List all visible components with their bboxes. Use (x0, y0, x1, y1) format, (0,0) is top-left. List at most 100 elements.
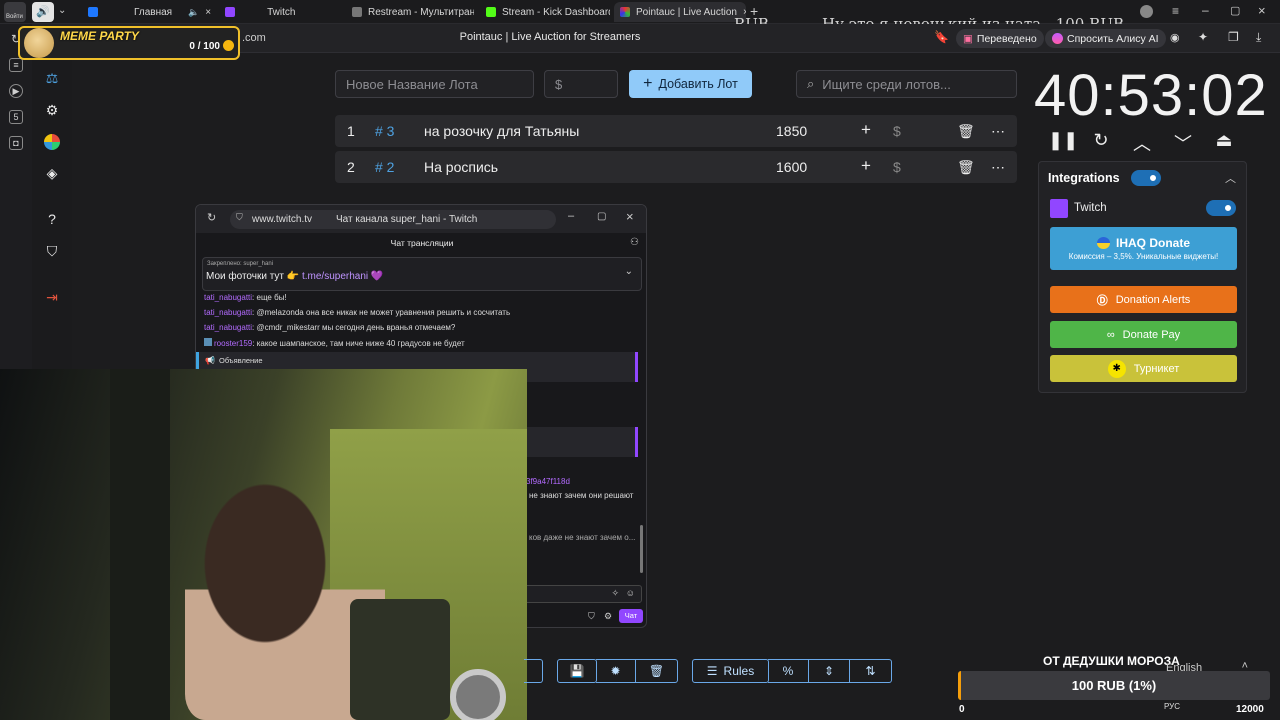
lot-name-input[interactable]: Новое Название Лота (335, 70, 534, 98)
pinned-message[interactable]: Закреплено: super_hani Мои фоточки тут 👉… (202, 257, 642, 291)
integrations-toggle[interactable] (1131, 170, 1161, 186)
layers-icon[interactable]: ◈ (42, 163, 62, 183)
profile-button[interactable]: Войти (4, 2, 26, 22)
emote-icon[interactable]: ☺ (626, 588, 635, 598)
tab-label: Restream - Мультитрансл (368, 6, 474, 18)
lot-name[interactable]: На роспись (424, 159, 498, 175)
sort-icon[interactable]: ⇅ (850, 659, 892, 683)
gavel-icon[interactable]: ⚖ (42, 68, 62, 88)
close-icon[interactable]: × (205, 7, 211, 18)
maximize-icon[interactable]: ▢ (1230, 4, 1240, 17)
lot-name[interactable]: на розочку для Татьяны (424, 123, 579, 139)
download-icon[interactable]: ⤓ (1256, 30, 1261, 45)
bits-icon[interactable]: ✧ (611, 588, 619, 599)
minimize-icon[interactable]: – (568, 210, 574, 222)
close-icon[interactable]: × (626, 209, 634, 224)
lot-amount[interactable]: 1600 (776, 159, 807, 175)
help-icon[interactable]: ? (42, 209, 62, 229)
donation-alerts-icon: Ⓓ (1096, 294, 1108, 307)
media-icon[interactable]: ▶ (9, 84, 23, 98)
ask-alice-button[interactable]: Спросить Алису AI (1045, 29, 1166, 48)
add-lot-button[interactable]: + Добавить Лот (629, 70, 752, 98)
auction-timer: 40:53:02 (1034, 63, 1268, 128)
bookmark-icon[interactable]: 🔖 (934, 30, 949, 44)
tab-twitch[interactable]: 🔈 × Twitch (182, 2, 332, 22)
trash-icon[interactable]: 🗑 (957, 159, 975, 176)
reload-icon[interactable]: ↻ (207, 211, 216, 224)
translated-label: Переведено (976, 32, 1037, 45)
integrations-panel: Integrations ︿ Twitch IHAQ Donate Комисс… (1038, 161, 1247, 393)
restart-icon[interactable]: ↻ (1090, 130, 1112, 151)
turniket-button[interactable]: ✱ Турникет (1050, 355, 1237, 382)
chevron-down-icon[interactable]: ⌄ (625, 266, 633, 277)
chat-username[interactable]: tati_nabugatti (204, 323, 252, 332)
turniket-icon: ✱ (1107, 359, 1126, 378)
lot-row: 2 # 2 На роспись 1600 + $ 🗑 ⋯ (335, 151, 1017, 183)
plus-icon[interactable]: + (861, 156, 871, 176)
rules-button[interactable]: ☰ Rules (692, 659, 769, 683)
logout-icon[interactable]: ⇥ (42, 287, 62, 307)
collapse-icon[interactable]: ︿ (1225, 170, 1236, 186)
pinned-link[interactable]: t.me/superhani 💜 (302, 271, 383, 282)
chat-send-button[interactable]: Чат (619, 609, 643, 623)
lot-amount-input[interactable]: $ (544, 70, 618, 98)
compress-icon[interactable]: ⇕ (809, 659, 850, 683)
donate-pay-button[interactable]: ∞ Donate Pay (1050, 321, 1237, 348)
tab-restream[interactable]: Restream - Мультитрансл (346, 2, 474, 22)
lot-name-placeholder: Новое Название Лота (346, 76, 478, 92)
translated-badge[interactable]: ▣ Переведено (956, 29, 1044, 48)
menu-icon[interactable]: ≡ (1172, 4, 1179, 18)
wheel-icon[interactable] (42, 132, 62, 152)
dollar-icon[interactable]: $ (893, 159, 901, 175)
number-five-icon[interactable]: 5 (9, 110, 23, 124)
list-icon: ☰ (706, 664, 718, 678)
plus-icon[interactable]: + (861, 120, 871, 140)
chat-scrollbar[interactable] (640, 525, 643, 573)
minimize-icon[interactable]: – (1202, 3, 1209, 17)
notes-icon[interactable]: ≡ (9, 58, 23, 72)
percent-icon[interactable]: % (768, 659, 809, 683)
chevron-down-icon[interactable]: ⌄ (58, 5, 66, 16)
ihaq-donate-button[interactable]: IHAQ Donate Комиссия – 3,5%. Уникальные … (1050, 227, 1237, 270)
dollar-icon[interactable]: $ (893, 123, 901, 139)
pause-icon[interactable]: ❚❚ (1048, 130, 1078, 151)
toolbar-button-partial[interactable] (524, 659, 543, 683)
chat-username[interactable]: tati_nabugatti (204, 293, 252, 302)
chevron-down-icon[interactable]: ﹀ (1172, 130, 1194, 156)
audio-icon[interactable]: 🔊 (32, 2, 54, 22)
save-icon[interactable]: 💾 (557, 659, 597, 683)
tab-pointauc[interactable]: Pointauc | Live Auction × (614, 2, 746, 22)
more-icon[interactable]: ⋯ (991, 123, 1005, 140)
twitch-toggle[interactable] (1206, 200, 1236, 216)
chat-url-bar[interactable]: www.twitch.tv Чат канала super_hani - Tw… (230, 210, 556, 229)
gear-icon[interactable]: ⚙ (42, 100, 62, 120)
close-icon[interactable]: × (1258, 3, 1266, 18)
chat-username[interactable]: tati_nabugatti (204, 308, 252, 317)
bug-icon[interactable]: ✹ (596, 659, 636, 683)
users-icon[interactable]: ⚇ (630, 237, 639, 248)
shield-icon[interactable]: ⛉ (42, 241, 62, 261)
chevron-up-icon[interactable]: ︿ (1131, 130, 1153, 156)
ihaq-title: IHAQ Donate (1115, 236, 1190, 250)
extension-icon[interactable]: ◉ (1170, 31, 1180, 44)
collections-icon[interactable]: ❐ (1228, 30, 1239, 44)
eject-icon[interactable]: ⏏ (1213, 130, 1235, 151)
gear-icon[interactable]: ⚙ (604, 611, 612, 622)
more-icon[interactable]: ⋯ (991, 159, 1005, 176)
tab-kick[interactable]: Stream - Kick Dashboard (480, 2, 610, 22)
donation-alerts-button[interactable]: Ⓓ Donation Alerts (1050, 286, 1237, 313)
clear-icon[interactable]: 🗑 (636, 659, 678, 683)
trash-icon[interactable]: 🗑 (957, 123, 975, 140)
lot-amount[interactable]: 1850 (776, 123, 807, 139)
account-icon[interactable] (1140, 5, 1153, 18)
search-input[interactable]: ⌕ Ищите среди лотов... (796, 70, 1017, 98)
maximize-icon[interactable]: ▢ (597, 211, 606, 222)
lot-index: 2 (347, 159, 355, 175)
puzzle-icon[interactable]: ✦ (1198, 30, 1208, 44)
tab-home[interactable]: Главная (82, 2, 172, 22)
shield-small-icon[interactable]: ⛉ (588, 611, 595, 622)
chat-username[interactable]: rooster159 (214, 339, 252, 348)
camera-icon[interactable]: ◘ (9, 136, 23, 150)
shield-small-icon: ⛉ (236, 212, 243, 222)
chat-window-titlebar: ↻ www.twitch.tv Чат канала super_hani - … (196, 205, 646, 233)
